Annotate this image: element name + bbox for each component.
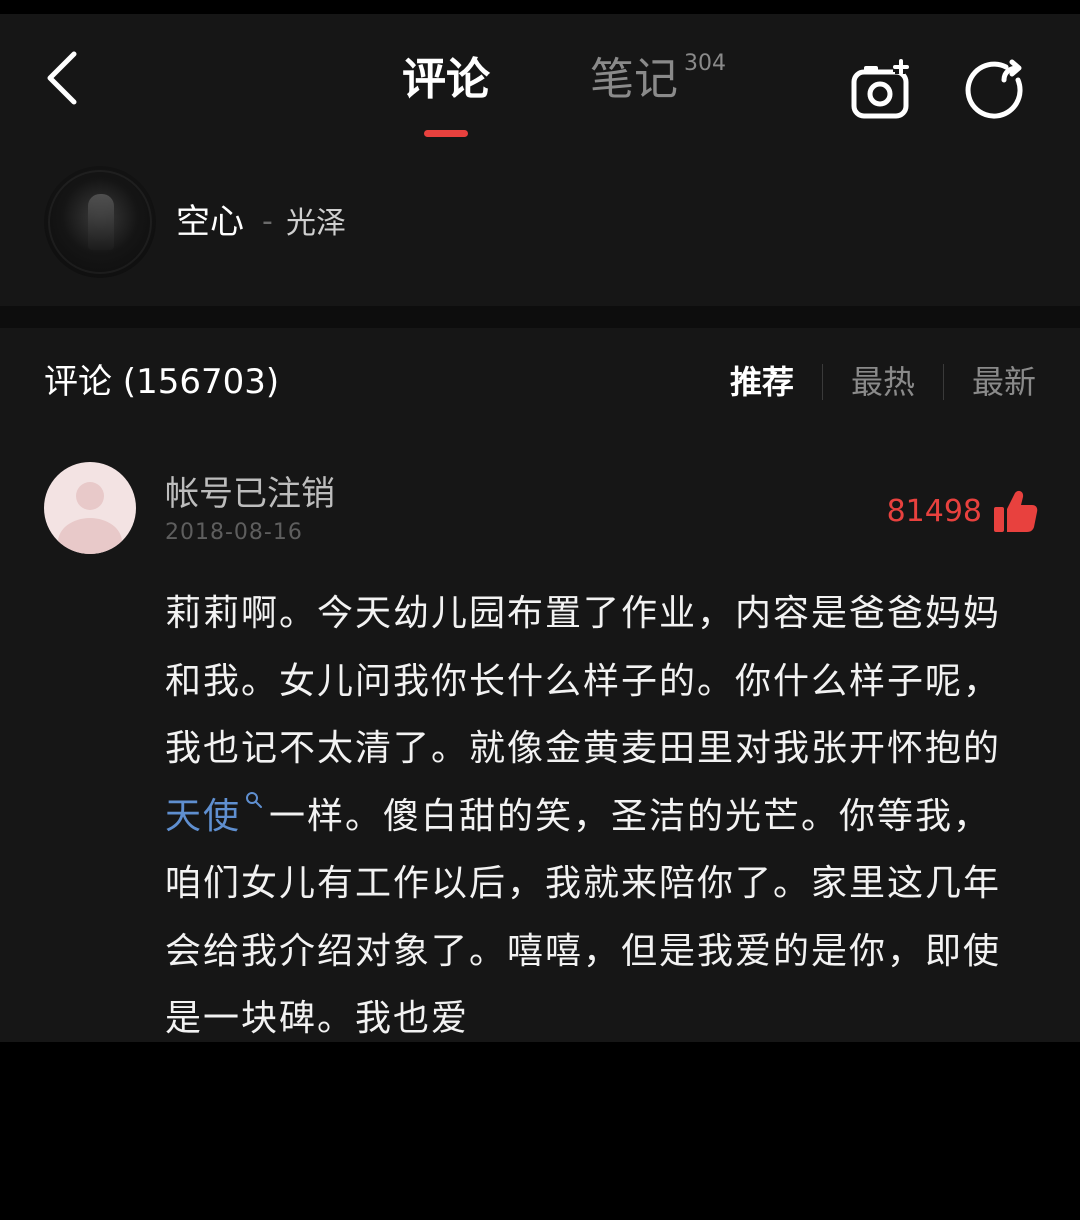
song-separator: - <box>262 204 273 239</box>
comment-username[interactable]: 帐号已注销 <box>165 472 335 516</box>
back-button[interactable] <box>36 48 96 108</box>
sort-divider <box>942 364 944 400</box>
section-divider <box>0 306 1080 328</box>
sort-divider <box>821 364 823 400</box>
back-arrow-icon <box>47 51 77 105</box>
avatar[interactable] <box>44 462 136 554</box>
share-button[interactable] <box>964 58 1032 126</box>
comments-count-title: 评论 (156703) <box>44 362 280 402</box>
song-title: 空心 <box>176 202 244 242</box>
camera-button[interactable] <box>848 58 916 126</box>
comment-text-part: 一样。傻白甜的笑，圣洁的光芒。你等我，咱们女儿有工作以后，我就来陪你了。家里这几… <box>165 795 1002 1040</box>
sort-tab-hottest[interactable]: 最热 <box>851 360 915 404</box>
sort-tab-recommended[interactable]: 推荐 <box>730 360 794 404</box>
camera-plus-icon <box>851 59 909 119</box>
song-cover-art <box>44 166 156 278</box>
song-info-row[interactable]: 空心 - 光泽 <box>0 166 1080 286</box>
share-icon <box>965 59 1023 119</box>
tab-comments-label: 评论 <box>402 54 490 105</box>
comment-sort-tabs: 推荐 最热 最新 <box>730 358 1036 406</box>
keyword-link[interactable]: 天使 <box>165 796 241 837</box>
tab-notes-label: 笔记 <box>590 54 678 105</box>
comment-text: 莉莉啊。今天幼儿园布置了作业，内容是爸爸妈妈和我。女儿问我你长什么样子的。你什么… <box>165 580 1025 1053</box>
song-artist: 光泽 <box>286 206 346 241</box>
like-count: 81498 <box>886 493 982 529</box>
top-bar: 评论 笔记 304 <box>0 14 1080 154</box>
tab-comments[interactable]: 评论 <box>402 52 490 108</box>
search-icon <box>246 791 263 808</box>
comment-text-part: 莉莉啊。今天幼儿园布置了作业，内容是爸爸妈妈和我。女儿问我你长什么样子的。你什么… <box>165 593 1002 769</box>
tab-notes-count: 304 <box>684 51 726 76</box>
tab-notes[interactable]: 笔记 304 <box>590 51 726 108</box>
active-tab-indicator <box>424 130 468 137</box>
comment-date: 2018-08-16 <box>165 520 303 545</box>
thumbs-up-icon <box>994 490 1038 532</box>
comments-screen: 评论 笔记 304 空心 - 光泽 评论 (156703) 推荐 最热 最新 帐… <box>0 14 1080 1042</box>
sort-tab-newest[interactable]: 最新 <box>972 360 1036 404</box>
like-button[interactable]: 81498 <box>887 486 1038 536</box>
